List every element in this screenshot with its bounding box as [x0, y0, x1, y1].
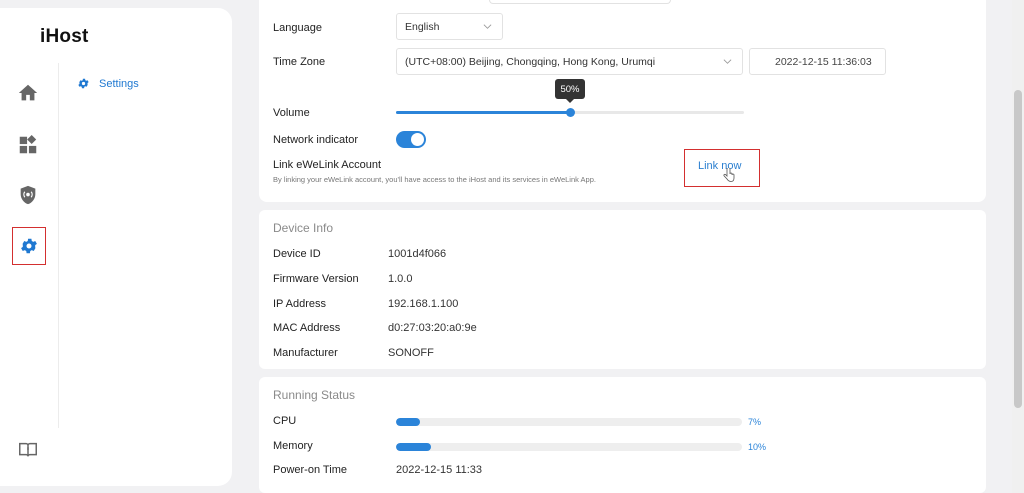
- page-scrollbar[interactable]: [1012, 0, 1024, 493]
- memory-label: Memory: [273, 440, 313, 452]
- gear-icon: [78, 78, 89, 89]
- mac-address-label: MAC Address: [273, 322, 341, 334]
- cpu-percent: 7%: [748, 417, 762, 427]
- link-account-description: By linking your eWeLink account, you'll …: [273, 175, 596, 184]
- home-icon[interactable]: [17, 82, 39, 104]
- power-on-time-value: 2022-12-15 11:33: [396, 464, 483, 476]
- widgets-icon[interactable]: [17, 134, 39, 156]
- running-status-title: Running Status: [273, 388, 356, 402]
- power-on-time-label: Power-on Time: [273, 464, 347, 476]
- network-indicator-toggle[interactable]: [396, 131, 426, 148]
- link-now-button[interactable]: Link now: [684, 149, 760, 187]
- sidebar: iHost Settings: [0, 8, 232, 486]
- volume-slider-fill: [396, 111, 570, 114]
- device-id-value: 1001d4f066: [388, 248, 447, 260]
- rail-divider: [58, 63, 59, 428]
- volume-label: Volume: [273, 107, 310, 119]
- memory-percent: 10%: [748, 442, 767, 452]
- memory-usage-bar: [396, 443, 742, 451]
- mac-address-value: d0:27:03:20:a0:9e: [388, 322, 477, 334]
- link-account-title: Link eWeLink Account: [273, 159, 382, 171]
- volume-slider[interactable]: 50%: [396, 79, 744, 117]
- shield-icon[interactable]: [17, 184, 39, 206]
- manual-icon[interactable]: [17, 439, 39, 461]
- memory-usage-fill: [396, 443, 431, 451]
- general-settings-card: Language English Time Zone (UTC+08:00) B…: [259, 0, 986, 202]
- language-value: English: [405, 20, 440, 33]
- ip-address-label: IP Address: [273, 298, 326, 310]
- scrollbar-thumb[interactable]: [1014, 90, 1022, 408]
- sidebar-item-settings[interactable]: Settings: [77, 77, 139, 90]
- ip-address-value: 192.168.1.100: [388, 298, 459, 310]
- gear-icon: [21, 238, 37, 254]
- volume-slider-handle[interactable]: [565, 108, 575, 117]
- app-logo: iHost: [40, 26, 89, 47]
- sidebar-item-label: Settings: [99, 77, 139, 90]
- firmware-version-label: Firmware Version: [273, 273, 359, 285]
- volume-tooltip: 50%: [555, 79, 585, 103]
- firmware-version-value: 1.0.0: [388, 273, 413, 285]
- cpu-usage-bar: [396, 418, 742, 426]
- settings-nav-button[interactable]: [12, 227, 46, 265]
- timezone-label: Time Zone: [273, 56, 326, 68]
- language-select[interactable]: English: [396, 13, 503, 40]
- hand-cursor-icon: [723, 168, 735, 182]
- device-name-field[interactable]: [489, 0, 671, 4]
- chevron-down-icon: [723, 59, 732, 64]
- timezone-value: (UTC+08:00) Beijing, Chongqing, Hong Kon…: [405, 55, 656, 68]
- chevron-down-icon: [483, 24, 492, 29]
- manufacturer-label: Manufacturer: [273, 347, 338, 359]
- cpu-usage-fill: [396, 418, 421, 426]
- network-indicator-label: Network indicator: [273, 134, 358, 146]
- running-status-card: Running Status CPU 7% Memory 10% Power-o…: [259, 377, 986, 493]
- device-id-label: Device ID: [273, 248, 321, 260]
- current-time-display: 2022-12-15 11:36:03: [749, 48, 886, 75]
- language-label: Language: [273, 22, 322, 34]
- timezone-select[interactable]: (UTC+08:00) Beijing, Chongqing, Hong Kon…: [396, 48, 743, 75]
- cpu-label: CPU: [273, 415, 297, 427]
- device-info-title: Device Info: [273, 221, 334, 235]
- device-info-card: Device Info Device ID 1001d4f066 Firmwar…: [259, 210, 986, 369]
- manufacturer-value: SONOFF: [388, 347, 434, 359]
